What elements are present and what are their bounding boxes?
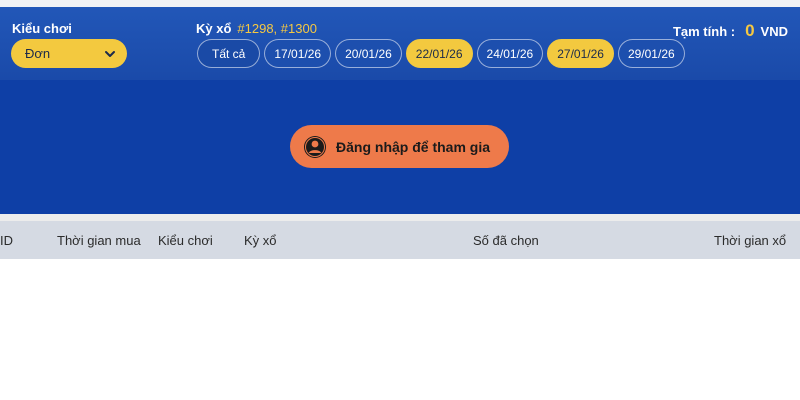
estimate-currency: VND — [760, 24, 788, 39]
play-mode-select[interactable]: Đơn — [11, 39, 127, 68]
login-label: Đăng nhập để tham gia — [336, 138, 491, 155]
draw-date-chips: Tất cả 17/01/26 20/01/26 22/01/26 24/01/… — [197, 39, 685, 68]
chip-all[interactable]: Tất cả — [197, 39, 261, 68]
play-mode-label: Kiểu chơi — [12, 21, 72, 36]
chip-date[interactable]: 20/01/26 — [335, 39, 402, 68]
divider — [0, 214, 800, 221]
chevron-down-icon — [105, 50, 115, 57]
column-header-id: ID — [0, 233, 13, 248]
ticket-panel: Kiểu chơi Đơn Kỳ xổ #1298, #1300 Tất cả 1… — [0, 7, 800, 214]
filter-bar: Kiểu chơi Đơn Kỳ xổ #1298, #1300 Tất cả 1… — [0, 7, 800, 80]
column-header-draw: Kỳ xổ — [244, 233, 277, 248]
chip-date[interactable]: 29/01/26 — [617, 39, 685, 68]
column-header-selected-numbers: Số đã chọn — [473, 233, 539, 248]
chip-date[interactable]: 22/01/26 — [405, 39, 473, 68]
chip-date[interactable]: 17/01/26 — [264, 39, 332, 68]
column-header-purchase-time: Thời gian mua — [57, 233, 141, 248]
chip-date[interactable]: 27/01/26 — [547, 39, 614, 68]
user-circle-icon — [304, 135, 326, 158]
estimate-total: Tạm tính : 0 VND — [673, 21, 788, 41]
chip-date[interactable]: 24/01/26 — [476, 39, 544, 68]
draw-label: Kỳ xổ #1298, #1300 — [196, 21, 317, 36]
login-button[interactable]: Đăng nhập để tham gia — [290, 125, 509, 168]
draw-label-text: Kỳ xổ — [196, 21, 232, 36]
table-header: ID Thời gian mua Kiểu chơi Kỳ xổ Số đã c… — [0, 221, 800, 259]
column-header-draw-time: Thời gian xổ — [714, 233, 787, 248]
play-mode-value: Đơn — [25, 46, 51, 61]
draw-ids: #1298, #1300 — [237, 21, 317, 36]
column-header-play-mode: Kiểu chơi — [158, 233, 213, 248]
top-strip — [0, 0, 800, 7]
estimate-value: 0 — [745, 21, 755, 40]
estimate-label: Tạm tính : — [672, 24, 736, 39]
